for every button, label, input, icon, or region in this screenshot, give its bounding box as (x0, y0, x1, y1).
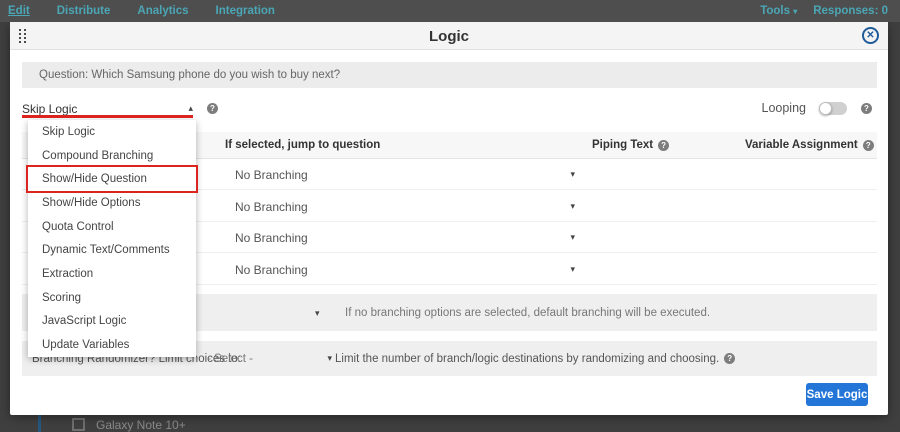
help-icon[interactable]: ? (724, 353, 735, 364)
randomizer-note: Limit the number of branch/logic destina… (335, 353, 735, 365)
question-bar: Question: Which Samsung phone do you wis… (22, 62, 877, 88)
tools-label: Tools (760, 5, 790, 17)
tools-menu[interactable]: Tools ▾ (760, 5, 797, 17)
jump-to-question-select[interactable]: No Branching ▾ (235, 254, 575, 285)
nav-edit[interactable]: Edit (8, 5, 30, 17)
chevron-down-icon: ▾ (327, 353, 332, 364)
looping-label: Looping (762, 101, 807, 115)
jump-value: No Branching (235, 200, 308, 214)
dropdown-item-extraction[interactable]: Extraction (28, 262, 196, 286)
column-piping-text: Piping Text ? (592, 139, 669, 151)
dropdown-item-quota-control[interactable]: Quota Control (28, 215, 196, 239)
jump-value: No Branching (235, 263, 308, 277)
jump-to-question-select[interactable]: No Branching ▾ (235, 222, 575, 253)
dimmed-background: Galaxy Note 10+ (0, 415, 900, 432)
column-label: Variable Assignment (745, 139, 858, 151)
modal-header: Logic ✕ (10, 22, 888, 50)
column-variable-assignment: Variable Assignment ? (745, 139, 874, 151)
default-branching-note: If no branching options are selected, de… (345, 307, 710, 319)
randomizer-select-value: - Select - (207, 353, 253, 365)
chevron-down-icon[interactable]: ▾ (315, 308, 320, 319)
column-jump-to-question: If selected, jump to question (225, 139, 380, 151)
option-checkbox (72, 418, 85, 431)
jump-to-question-select[interactable]: No Branching ▾ (235, 159, 575, 190)
chevron-down-icon: ▾ (570, 264, 575, 275)
nav-left: Edit Distribute Analytics Integration (8, 5, 302, 17)
dropdown-item-skip-logic[interactable]: Skip Logic (28, 120, 196, 144)
toggle-knob (819, 102, 832, 115)
option-label: Galaxy Note 10+ (96, 418, 186, 432)
nav-distribute[interactable]: Distribute (57, 5, 111, 17)
logic-type-value: Skip Logic (22, 102, 77, 116)
help-icon[interactable]: ? (658, 140, 669, 151)
looping-toggle[interactable] (820, 102, 847, 115)
question-text: Question: Which Samsung phone do you wis… (39, 69, 340, 81)
dropdown-item-show-hide-question[interactable]: Show/Hide Question (28, 167, 196, 191)
dropdown-item-update-variables[interactable]: Update Variables (28, 333, 196, 357)
jump-value: No Branching (235, 168, 308, 182)
help-icon[interactable]: ? (863, 140, 874, 151)
jump-to-question-select[interactable]: No Branching ▾ (235, 191, 575, 222)
save-logic-button[interactable]: Save Logic (806, 383, 868, 406)
question-highlight-bar (38, 415, 41, 432)
randomizer-select[interactable]: - Select - ▾ (207, 353, 332, 365)
chevron-down-icon: ▾ (570, 169, 575, 180)
chevron-up-icon: ▴ (188, 103, 193, 114)
nav-integration[interactable]: Integration (216, 5, 275, 17)
logic-modal: Logic ✕ Question: Which Samsung phone do… (10, 22, 888, 415)
help-icon[interactable]: ? (861, 103, 872, 114)
modal-title: Logic (10, 28, 888, 45)
randomizer-note-text: Limit the number of branch/logic destina… (335, 353, 719, 365)
jump-value: No Branching (235, 231, 308, 245)
top-navigation: Edit Distribute Analytics Integration To… (0, 0, 900, 22)
dropdown-item-compound-branching[interactable]: Compound Branching (28, 144, 196, 168)
dropdown-item-show-hide-options[interactable]: Show/Hide Options (28, 191, 196, 215)
dropdown-item-scoring[interactable]: Scoring (28, 286, 196, 310)
chevron-down-icon: ▾ (570, 201, 575, 212)
annotation-underline (22, 115, 193, 118)
help-icon[interactable]: ? (207, 103, 218, 114)
chevron-down-icon: ▾ (793, 7, 797, 16)
column-label: If selected, jump to question (225, 139, 380, 151)
close-icon[interactable]: ✕ (862, 27, 879, 44)
nav-right: Tools ▾ Responses: 0 (744, 5, 888, 17)
dropdown-item-javascript-logic[interactable]: JavaScript Logic (28, 310, 196, 334)
dropdown-item-dynamic-text-comments[interactable]: Dynamic Text/Comments (28, 239, 196, 263)
column-label: Piping Text (592, 139, 653, 151)
responses-count[interactable]: Responses: 0 (813, 5, 888, 17)
chevron-down-icon: ▾ (570, 232, 575, 243)
looping-control: Looping ? (762, 101, 873, 115)
nav-analytics[interactable]: Analytics (137, 5, 188, 17)
logic-type-dropdown: Skip Logic Compound Branching Show/Hide … (28, 120, 196, 357)
